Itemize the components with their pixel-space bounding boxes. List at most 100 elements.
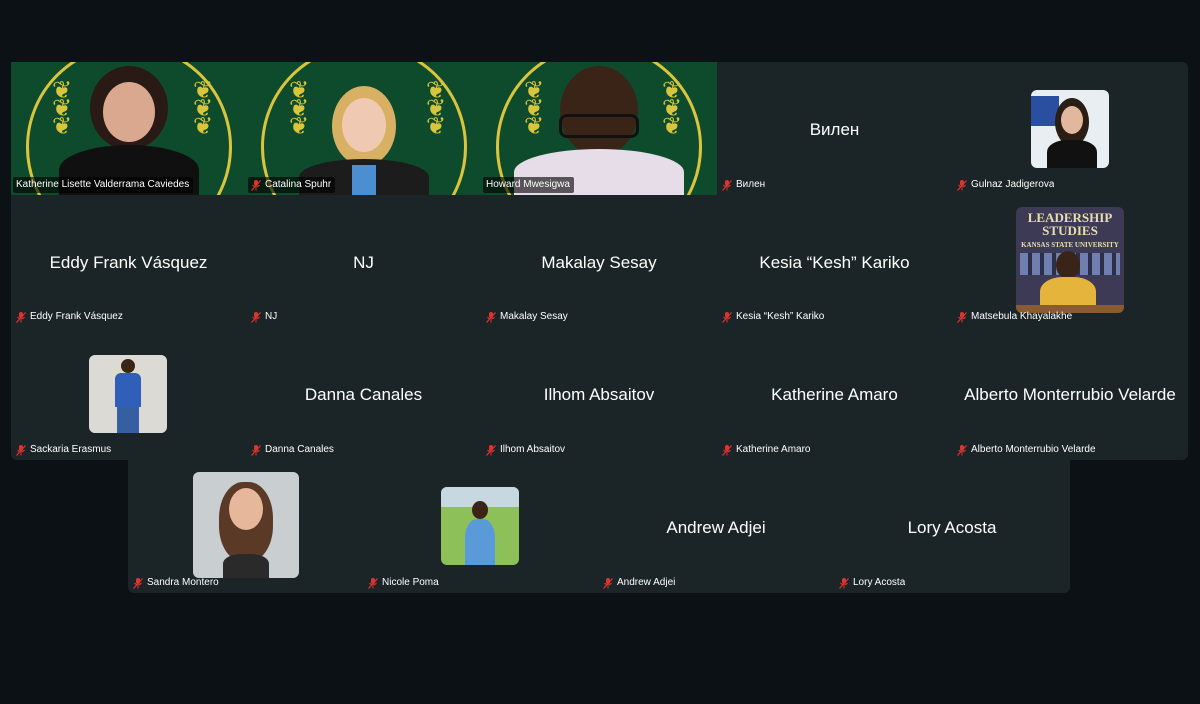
participant-name-tag: Katherine Amaro: [719, 442, 815, 458]
microphone-muted-icon: [133, 577, 143, 589]
participant-display-name: NJ: [353, 253, 374, 272]
video-meeting-gallery-view: ❦ ❦ ❦ ❦ ❦ ❦ Katherine Lisette Valderrama Cav…: [0, 0, 1200, 704]
participant-display-name: Danna Canales: [304, 385, 423, 404]
body-shape: [1047, 140, 1097, 168]
microphone-muted-icon: [722, 311, 732, 323]
participant-name-tag: Sackaria Erasmus: [13, 442, 115, 458]
participant-tile-andrew-adjei[interactable]: Andrew Adjei Andrew Adjei: [598, 460, 834, 593]
participant-tile-danna-canales[interactable]: Danna Canales Danna Canales: [246, 327, 481, 460]
face-shape: [121, 359, 135, 373]
participant-name-tag: Gulnaz Jadigerova: [954, 177, 1058, 193]
laurel-right-icon: ❦ ❦ ❦: [425, 77, 447, 140]
participant-name-tag: Nicole Poma: [365, 575, 443, 591]
participant-name: Matsebula Khayalakhe: [971, 311, 1073, 322]
participant-name: Lory Acosta: [853, 577, 906, 588]
participant-gallery: ❦ ❦ ❦ ❦ ❦ ❦ Katherine Lisette Valderrama Cav…: [11, 62, 1188, 460]
participant-name: Alberto Monterrubio Velarde: [971, 444, 1096, 455]
participant-avatar: [193, 472, 299, 578]
body-shape: [115, 373, 141, 407]
participant-tile-vilen[interactable]: Вилен Вилен: [717, 62, 952, 195]
participant-display-name: Lory Acosta: [907, 518, 997, 537]
participant-avatar: [89, 355, 167, 433]
participant-name: Kesia “Kesh” Kariko: [736, 311, 825, 322]
microphone-muted-icon: [486, 311, 496, 323]
participant-display-name: Вилен: [809, 120, 860, 139]
participant-display-name: Kesia “Kesh” Kariko: [759, 253, 910, 272]
participant-tile-howard-mwesigwa[interactable]: ❦ ❦ ❦ ❦ ❦ ❦ Howard Mwesigwa: [481, 62, 717, 195]
participant-name: Nicole Poma: [382, 577, 439, 588]
participant-display-name: Makalay Sesay: [541, 253, 657, 272]
participant-tile-gulnaz-jadigerova[interactable]: Gulnaz Jadigerova: [952, 62, 1188, 195]
participant-tile-eddy-frank-vasquez[interactable]: Eddy Frank Vásquez Eddy Frank Vásquez: [11, 195, 246, 327]
participant-tile-katherine-lisette[interactable]: ❦ ❦ ❦ ❦ ❦ ❦ Katherine Lisette Valderrama Cav…: [11, 62, 246, 195]
participant-name: Вилен: [736, 179, 766, 190]
participant-avatar: [441, 487, 519, 565]
microphone-muted-icon: [603, 577, 613, 589]
participant-display-name: Ilhom Absaitov: [543, 385, 655, 404]
participant-tile-lory-acosta[interactable]: Lory Acosta Lory Acosta: [834, 460, 1070, 593]
participant-gallery-last-row: Sandra Montero Nicole Poma Andrew Adjei …: [128, 460, 1070, 593]
participant-name-tag: Andrew Adjei: [600, 575, 679, 591]
participant-tile-matsebula-khayalakhe[interactable]: LEADERSHIP STUDIES KANSAS STATE UNIVERSI…: [952, 195, 1188, 327]
participant-name: Eddy Frank Vásquez: [30, 311, 123, 322]
participant-name: Catalina Spuhr: [265, 179, 332, 190]
participant-tile-ilhom-absaitov[interactable]: Ilhom Absaitov Ilhom Absaitov: [481, 327, 717, 460]
participant-name-tag: Вилен: [719, 177, 769, 193]
participant-display-name: Eddy Frank Vásquez: [49, 253, 208, 272]
microphone-muted-icon: [251, 444, 261, 456]
microphone-muted-icon: [251, 311, 261, 323]
participant-name-tag: Kesia “Kesh” Kariko: [719, 309, 828, 325]
participant-name-tag: Howard Mwesigwa: [483, 177, 574, 193]
participant-tile-alberto-monterrubio-velarde[interactable]: Alberto Monterrubio Velarde Alberto Mont…: [952, 327, 1188, 460]
participant-name-tag: Katherine Lisette Valderrama Caviedes: [13, 177, 194, 193]
participant-name-tag: Matsebula Khayalakhe: [954, 309, 1076, 325]
microphone-muted-icon: [957, 179, 967, 191]
participant-tile-nj[interactable]: NJ NJ: [246, 195, 481, 327]
participant-avatar: [1031, 90, 1109, 168]
participant-video: ❦ ❦ ❦ ❦ ❦ ❦: [481, 62, 717, 195]
microphone-muted-icon: [839, 577, 849, 589]
face-shape: [560, 66, 638, 156]
participant-name-tag: Sandra Montero: [130, 575, 223, 591]
shirt-shape: [351, 165, 376, 195]
microphone-muted-icon: [368, 577, 378, 589]
microphone-muted-icon: [722, 444, 732, 456]
participant-name-tag: Danna Canales: [248, 442, 338, 458]
participant-video: ❦ ❦ ❦ ❦ ❦ ❦: [246, 62, 481, 195]
laurel-right-icon: ❦ ❦ ❦: [192, 77, 214, 140]
body-shape: [223, 554, 269, 578]
participant-tile-sandra-montero[interactable]: Sandra Montero: [128, 460, 363, 593]
laurel-left-icon: ❦ ❦ ❦: [288, 77, 310, 140]
microphone-muted-icon: [486, 444, 496, 456]
participant-name: Howard Mwesigwa: [486, 179, 570, 190]
participant-name: Sandra Montero: [147, 577, 219, 588]
participant-name: Makalay Sesay: [500, 311, 568, 322]
microphone-muted-icon: [16, 444, 26, 456]
face-shape: [341, 98, 386, 152]
face-shape: [102, 82, 155, 142]
participant-name-tag: Catalina Spuhr: [248, 177, 336, 193]
participant-tile-catalina-spuhr[interactable]: ❦ ❦ ❦ ❦ ❦ ❦ Catalina Spuhr: [246, 62, 481, 195]
microphone-muted-icon: [957, 444, 967, 456]
participant-name: Andrew Adjei: [617, 577, 676, 588]
participant-tile-katherine-amaro[interactable]: Katherine Amaro Katherine Amaro: [717, 327, 952, 460]
participant-name: NJ: [265, 311, 278, 322]
participant-name: Sackaria Erasmus: [30, 444, 112, 455]
participant-video: ❦ ❦ ❦ ❦ ❦ ❦: [11, 62, 246, 195]
participant-name-tag: Lory Acosta: [836, 575, 909, 591]
face-shape: [229, 488, 263, 530]
participant-tile-sackaria-erasmus[interactable]: Sackaria Erasmus: [11, 327, 246, 460]
participant-name: Katherine Amaro: [736, 444, 811, 455]
participant-name: Gulnaz Jadigerova: [971, 179, 1055, 190]
legs-shape: [117, 407, 139, 433]
participant-name-tag: Eddy Frank Vásquez: [13, 309, 127, 325]
participant-tile-kesia-kariko[interactable]: Kesia “Kesh” Kariko Kesia “Kesh” Kariko: [717, 195, 952, 327]
microphone-muted-icon: [251, 179, 261, 191]
participant-tile-makalay-sesay[interactable]: Makalay Sesay Makalay Sesay: [481, 195, 717, 327]
microphone-muted-icon: [957, 311, 967, 323]
dress-shape: [465, 519, 495, 565]
face-shape: [1061, 106, 1083, 134]
microphone-muted-icon: [16, 311, 26, 323]
participant-display-name: Katherine Amaro: [771, 385, 898, 404]
participant-tile-nicole-poma[interactable]: Nicole Poma: [363, 460, 598, 593]
